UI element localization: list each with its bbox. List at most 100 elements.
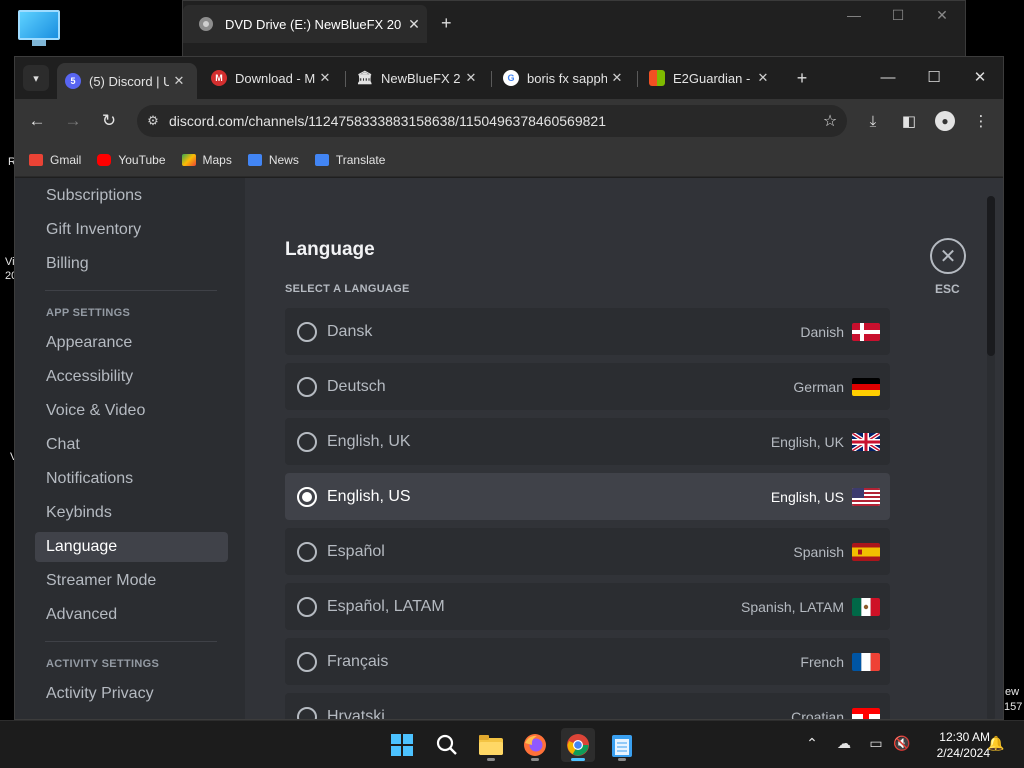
dvd-drive-icon (199, 17, 213, 31)
firefox-icon[interactable] (518, 728, 552, 762)
tab-discord[interactable]: 5 (5) Discord | U ✕ (57, 63, 197, 99)
sidebar-item-streamer-mode[interactable]: Streamer Mode (35, 566, 228, 596)
sidebar-item-language[interactable]: Language (35, 532, 228, 562)
sidebar-item-subscriptions[interactable]: Subscriptions (35, 181, 228, 211)
sidebar-item-appearance[interactable]: Appearance (35, 328, 228, 358)
language-native-name: Hrvatski (327, 707, 385, 720)
language-option-espanol[interactable]: Español Spanish (285, 528, 890, 575)
language-native-name: Español (327, 542, 385, 560)
volume-muted-icon[interactable]: 🔇 (892, 735, 912, 752)
close-tab-icon[interactable]: ✕ (169, 73, 189, 89)
sidebar-item-gift-inventory[interactable]: Gift Inventory (35, 215, 228, 245)
sidebar-item-chat[interactable]: Chat (35, 430, 228, 460)
section-label: SELECT A LANGUAGE (285, 283, 410, 295)
sidebar-header-app-settings: APP SETTINGS (46, 307, 131, 319)
sidebar-item-notifications[interactable]: Notifications (35, 464, 228, 494)
language-native-name: Deutsch (327, 377, 386, 395)
settings-main: Language SELECT A LANGUAGE ✕ ESC Dansk D… (245, 178, 1003, 720)
bookmark-translate[interactable]: Translate (314, 153, 385, 167)
radio-button[interactable] (297, 596, 317, 617)
close-icon[interactable]: ✕ (919, 7, 965, 24)
reload-icon[interactable]: ↻ (95, 107, 123, 135)
close-tab-icon[interactable]: ✕ (607, 70, 627, 86)
france-flag-icon (852, 652, 880, 671)
notepad-icon[interactable] (605, 728, 639, 762)
bookmark-star-icon[interactable]: ☆ (813, 111, 847, 131)
radio-button[interactable] (297, 651, 317, 672)
maximize-icon[interactable]: ☐ (875, 7, 921, 24)
bookmark-gmail[interactable]: Gmail (29, 153, 81, 167)
youtube-icon (97, 153, 112, 166)
bookmarks-bar: Gmail YouTube Maps News Translate (15, 143, 1003, 177)
close-tab-icon[interactable]: ✕ (315, 70, 335, 86)
tab-e2guardian[interactable]: E2Guardian - ✕ (641, 63, 781, 93)
bookmark-news[interactable]: News (247, 153, 299, 167)
sidebar-item-activity-privacy[interactable]: Activity Privacy (35, 679, 228, 709)
close-settings-button[interactable]: ✕ (930, 238, 966, 274)
tab-search-button[interactable]: ▾ (23, 65, 49, 91)
bookmark-youtube[interactable]: YouTube (97, 153, 166, 167)
language-option-espanol-latam[interactable]: Español, LATAM Spanish, LATAM (285, 583, 890, 630)
sidebar-item-accessibility[interactable]: Accessibility (35, 362, 228, 392)
language-option-english-us[interactable]: English, US English, US (285, 473, 890, 520)
croatia-flag-icon (852, 707, 880, 719)
address-bar[interactable]: ⚙ discord.com/channels/11247583338831586… (137, 105, 847, 137)
sidebar-item-voice-video[interactable]: Voice & Video (35, 396, 228, 426)
close-tab-icon[interactable]: ✕ (461, 70, 481, 86)
clock[interactable]: 12:30 AM 2/24/2024 (920, 729, 990, 761)
language-option-dansk[interactable]: Dansk Danish (285, 308, 890, 355)
close-tab-icon[interactable]: ✕ (753, 70, 773, 86)
radio-button[interactable] (297, 706, 317, 719)
radio-button[interactable] (297, 541, 317, 562)
clock-date: 2/24/2024 (936, 746, 990, 760)
chevron-up-icon[interactable]: ⌃ (802, 735, 822, 752)
file-explorer-icon[interactable] (474, 728, 508, 762)
language-option-deutsch[interactable]: Deutsch German (285, 363, 890, 410)
minimize-icon[interactable]: — (831, 7, 877, 23)
sidebar-item-advanced[interactable]: Advanced (35, 600, 228, 630)
discord-settings: Subscriptions Gift Inventory Billing APP… (15, 178, 1003, 720)
radio-button[interactable] (297, 431, 317, 452)
profile-icon[interactable]: ● (931, 107, 959, 135)
language-option-francais[interactable]: Français French (285, 638, 890, 685)
language-option-hrvatski[interactable]: Hrvatski Croatian (285, 693, 890, 720)
close-icon[interactable]: ✕ (401, 16, 427, 33)
language-option-english-uk[interactable]: English, UK English, UK (285, 418, 890, 465)
background-explorer-window[interactable]: DVD Drive (E:) NewBlueFX 201 ✕ + — ☐ ✕ (182, 0, 966, 60)
sidebar-item-keybinds[interactable]: Keybinds (35, 498, 228, 528)
start-icon[interactable] (385, 728, 419, 762)
minimize-icon[interactable]: — (865, 61, 911, 93)
new-tab-button[interactable]: + (789, 65, 815, 91)
forward-icon[interactable]: → (59, 107, 87, 135)
tab-newbluefx[interactable]: 🏛 NewBlueFX 20 ✕ (349, 63, 489, 93)
language-native-name: English, UK (327, 432, 411, 450)
url-text[interactable]: discord.com/channels/1124758333883158638… (169, 113, 813, 129)
notification-bell-icon[interactable]: 🔔 (986, 735, 1006, 752)
chrome-icon[interactable] (561, 728, 595, 762)
menu-icon[interactable]: ⋮ (967, 107, 995, 135)
tab-download[interactable]: M Download - M ✕ (203, 63, 343, 93)
clock-time: 12:30 AM (939, 730, 990, 744)
sidebar-item-billing[interactable]: Billing (35, 249, 228, 279)
radio-button[interactable] (297, 321, 317, 342)
denmark-flag-icon (852, 322, 880, 341)
network-icon[interactable]: ▭ (866, 735, 886, 752)
search-icon[interactable] (430, 728, 464, 762)
tab-boris-fx[interactable]: G boris fx sapph ✕ (495, 63, 635, 93)
site-info-icon[interactable]: ⚙ (137, 113, 169, 129)
news-icon (247, 153, 262, 166)
close-icon[interactable]: ✕ (957, 61, 1003, 93)
maximize-icon[interactable]: ☐ (911, 61, 957, 93)
radio-button[interactable] (297, 376, 317, 397)
explorer-tab[interactable]: DVD Drive (E:) NewBlueFX 201 ✕ (183, 5, 427, 43)
download-icon[interactable]: ⤓ (859, 107, 887, 135)
side-panel-icon[interactable]: ◧ (895, 107, 923, 135)
back-icon[interactable]: ← (23, 107, 51, 135)
scrollbar-thumb[interactable] (987, 196, 995, 356)
radio-button-selected[interactable] (297, 486, 317, 507)
bookmark-maps[interactable]: Maps (181, 153, 232, 167)
onedrive-icon[interactable]: ☁ (834, 735, 854, 752)
this-pc-icon[interactable] (18, 10, 60, 48)
new-tab-button[interactable]: + (441, 13, 452, 34)
browser-toolbar: ← → ↻ ⚙ discord.com/channels/11247583338… (15, 99, 1003, 143)
